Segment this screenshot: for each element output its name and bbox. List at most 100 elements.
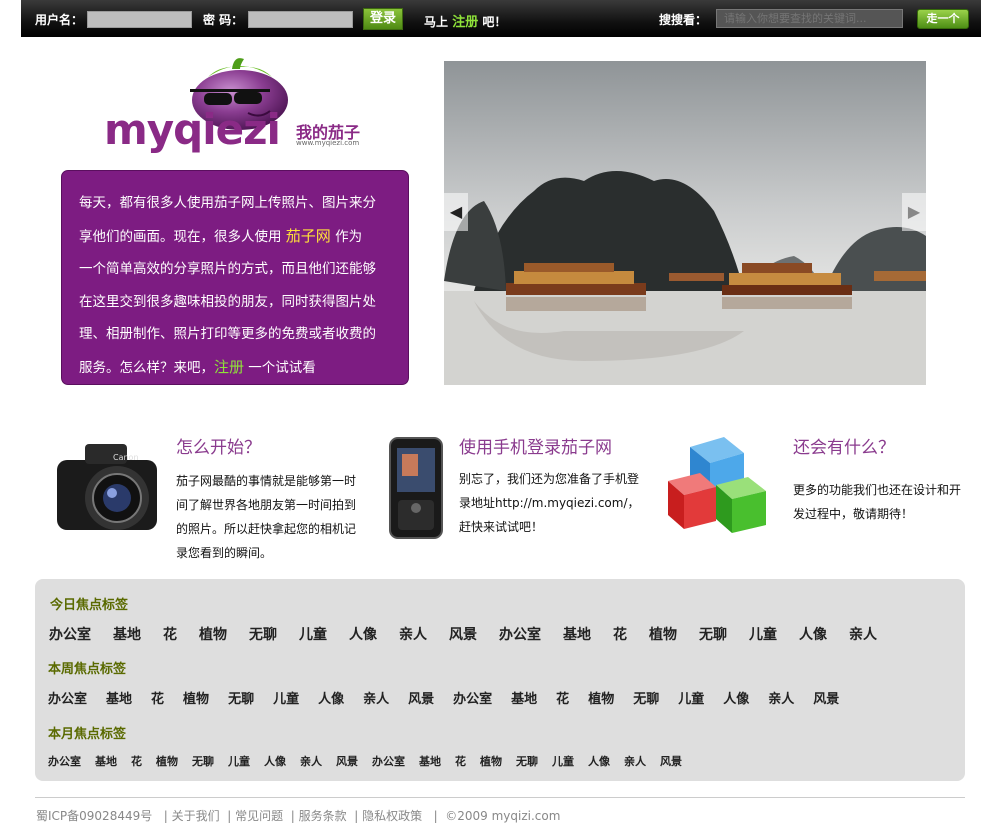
tag-link[interactable]: 基地 [419, 753, 441, 769]
tag-link[interactable]: 无聊 [699, 624, 727, 644]
site-logo[interactable]: myqiezi 我的茄子 www.myqiezi.com [100, 55, 370, 160]
tag-link[interactable]: 植物 [183, 688, 209, 707]
search-label: 搜搜看： [659, 13, 708, 27]
tag-link[interactable]: 儿童 [299, 624, 327, 644]
footer-divider [35, 797, 965, 798]
slideshow-prev-button[interactable]: ◀ [444, 193, 468, 231]
tag-link[interactable]: 基地 [113, 624, 141, 644]
slideshow-next-button[interactable]: ▶ [902, 193, 926, 231]
tag-link[interactable]: 人像 [799, 624, 827, 644]
feature-text-getting-started: 茄子网最酷的事情就是能够第一时 间了解世界各地朋友第一时间拍到 的照片。所以赶快… [176, 469, 356, 565]
tag-link[interactable]: 基地 [106, 688, 132, 707]
tag-link[interactable]: 风景 [449, 624, 477, 644]
login-button[interactable]: 登录 [363, 8, 403, 30]
tag-link[interactable]: 人像 [723, 688, 749, 707]
tag-link[interactable]: 花 [131, 753, 142, 769]
month-tags-heading: 本月焦点标签 [48, 727, 127, 742]
tag-link[interactable]: 办公室 [499, 624, 541, 644]
footer-link-about[interactable]: 关于我们 [172, 809, 220, 823]
tag-link[interactable]: 基地 [95, 753, 117, 769]
intro-text: 一个试试看 [244, 359, 316, 376]
feature-line[interactable]: 录地址http://m.myqiezi.com/， [459, 491, 640, 515]
intro-register-link[interactable]: 注册 [214, 358, 244, 376]
today-tags-heading: 今日焦点标签 [50, 598, 129, 613]
tag-link[interactable]: 风景 [813, 688, 839, 707]
intro-line: 服务。怎么样？来吧，注册 一个试试看 [79, 351, 391, 385]
tag-link[interactable]: 儿童 [228, 753, 250, 769]
feature-title-getting-started: 怎么开始？ [176, 438, 261, 458]
footer-link-terms[interactable]: 服务条款 [299, 809, 347, 823]
tag-link[interactable]: 人像 [349, 624, 377, 644]
logo-text: myqiezi [104, 105, 281, 154]
feature-line: 茄子网最酷的事情就是能够第一时 [176, 474, 357, 488]
week-tags-heading: 本周焦点标签 [48, 662, 127, 677]
tag-link[interactable]: 植物 [480, 753, 502, 769]
tag-link[interactable]: 儿童 [552, 753, 574, 769]
tag-link[interactable]: 办公室 [48, 688, 87, 707]
footer-link-privacy[interactable]: 隐私权政策 [362, 809, 422, 823]
tag-link[interactable]: 植物 [588, 688, 614, 707]
tag-link[interactable]: 办公室 [372, 753, 405, 769]
tag-link[interactable]: 花 [613, 624, 627, 644]
tag-link[interactable]: 植物 [649, 624, 677, 644]
username-input[interactable] [87, 11, 192, 28]
tag-link[interactable]: 亲人 [624, 753, 646, 769]
tag-link[interactable]: 无聊 [516, 753, 538, 769]
tag-link[interactable]: 无聊 [192, 753, 214, 769]
search-go-button[interactable]: 走一个 [917, 9, 969, 29]
tag-link[interactable]: 人像 [588, 753, 610, 769]
tag-link[interactable]: 儿童 [273, 688, 299, 707]
tag-link[interactable]: 花 [163, 624, 177, 644]
feature-text-more: 更多的功能我们也还在设计和开 发过程中，敬请期待！ [793, 478, 961, 526]
tag-link[interactable]: 办公室 [48, 753, 81, 769]
tag-link[interactable]: 无聊 [228, 688, 254, 707]
username-label: 用户名： [35, 13, 84, 27]
feature-line: 间了解世界各地朋友第一时间拍到 [176, 498, 357, 512]
tag-link[interactable]: 无聊 [249, 624, 277, 644]
tag-link[interactable]: 亲人 [363, 688, 389, 707]
tag-link[interactable]: 亲人 [849, 624, 877, 644]
tag-link[interactable]: 植物 [156, 753, 178, 769]
password-label: 密 码： [203, 13, 244, 27]
tag-link[interactable]: 花 [556, 688, 569, 707]
tag-link[interactable]: 儿童 [749, 624, 777, 644]
tag-link[interactable]: 花 [151, 688, 164, 707]
intro-line: 每天，都有很多人使用茄子网上传照片、图片来分 [79, 195, 376, 211]
intro-text: 享他们的画面。现在，很多人使用 [79, 228, 286, 245]
register-link[interactable]: 注册 [452, 15, 478, 30]
photo-slideshow[interactable]: ◀ ▶ [444, 61, 926, 385]
intro-line: 享他们的画面。现在，很多人使用 茄子网 作为 [79, 220, 391, 254]
tag-link[interactable]: 办公室 [453, 688, 492, 707]
tag-link[interactable]: 风景 [660, 753, 682, 769]
intro-line: 在这里交到很多趣味相投的朋友，同时获得图片处 [79, 293, 376, 310]
feature-line: 的照片。所以赶快拿起您的相机记 [176, 522, 357, 536]
footer-link-faq[interactable]: 常见问题 [235, 809, 283, 823]
logo-url: www.myqiezi.com [296, 139, 360, 147]
tag-link[interactable]: 办公室 [49, 624, 91, 644]
tag-link[interactable]: 儿童 [678, 688, 704, 707]
tag-link[interactable]: 基地 [511, 688, 537, 707]
tag-link[interactable]: 人像 [318, 688, 344, 707]
tag-panel: 今日焦点标签 办公室 基地花植物 无聊 儿童 人像 亲人 风景 办公室 基地花植物 无聊 儿童 人像亲… [35, 579, 965, 781]
tag-link[interactable]: 亲人 [768, 688, 794, 707]
register-prompt: 马上 注册 吧！ [424, 11, 506, 30]
svg-text:Canon: Canon [113, 453, 139, 462]
tag-link[interactable]: 风景 [336, 753, 358, 769]
tag-link[interactable]: 植物 [199, 624, 227, 644]
tag-link[interactable]: 风景 [408, 688, 434, 707]
password-input[interactable] [248, 11, 353, 28]
top-bar: 用户名： 密 码： 登录 马上 注册 吧！ 搜搜看： 走一个 [21, 0, 981, 37]
tag-link[interactable]: 花 [455, 753, 466, 769]
tag-link[interactable]: 基地 [563, 624, 591, 644]
footer: 蜀ICP备09028449号 | 关于我们 | 常见问题 | 服务条款 | 隐私… [36, 809, 561, 823]
icp-number: 蜀ICP备09028449号 [36, 809, 153, 823]
cubes-icon [668, 437, 766, 533]
tag-link[interactable]: 亲人 [399, 624, 427, 644]
tag-link[interactable]: 无聊 [633, 688, 659, 707]
feature-title-more: 还会有什么？ [793, 438, 895, 458]
intro-line: 理、相册制作、照片打印等更多的免费或者收费的 [79, 326, 376, 342]
search-input[interactable] [716, 9, 903, 28]
register-suffix: 吧！ [482, 15, 507, 29]
tag-link[interactable]: 人像 [264, 753, 286, 769]
tag-link[interactable]: 亲人 [300, 753, 322, 769]
